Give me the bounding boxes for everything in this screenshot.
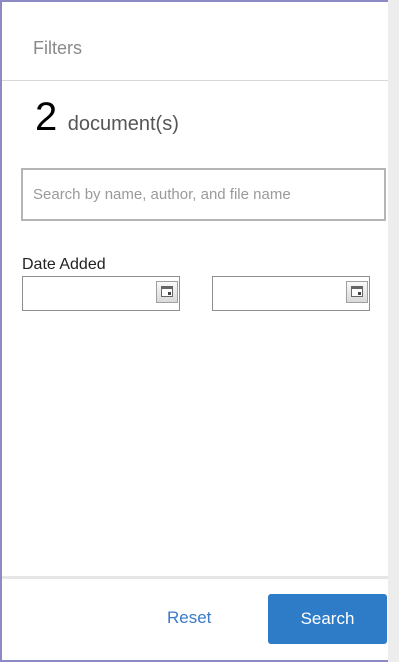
date-from-field[interactable] [22,276,180,311]
document-count-label: document(s) [67,113,179,135]
date-from-input[interactable] [23,277,159,310]
date-to-input[interactable] [213,277,349,310]
filters-panel: Filters 2 document(s) Date Added Reset S… [0,0,399,662]
filters-title: Filters [33,38,82,58]
reset-link[interactable]: Reset [167,608,211,628]
date-to-field[interactable] [212,276,370,311]
calendar-icon[interactable] [156,281,178,303]
scrollbar-track[interactable] [388,0,399,662]
date-added-label: Date Added [22,256,106,273]
document-count-number: 2 [35,95,58,139]
filters-header: Filters [2,2,390,81]
calendar-icon[interactable] [346,281,368,303]
document-count: 2 document(s) [35,97,179,137]
search-button[interactable]: Search [268,594,387,644]
search-input[interactable] [21,168,386,221]
